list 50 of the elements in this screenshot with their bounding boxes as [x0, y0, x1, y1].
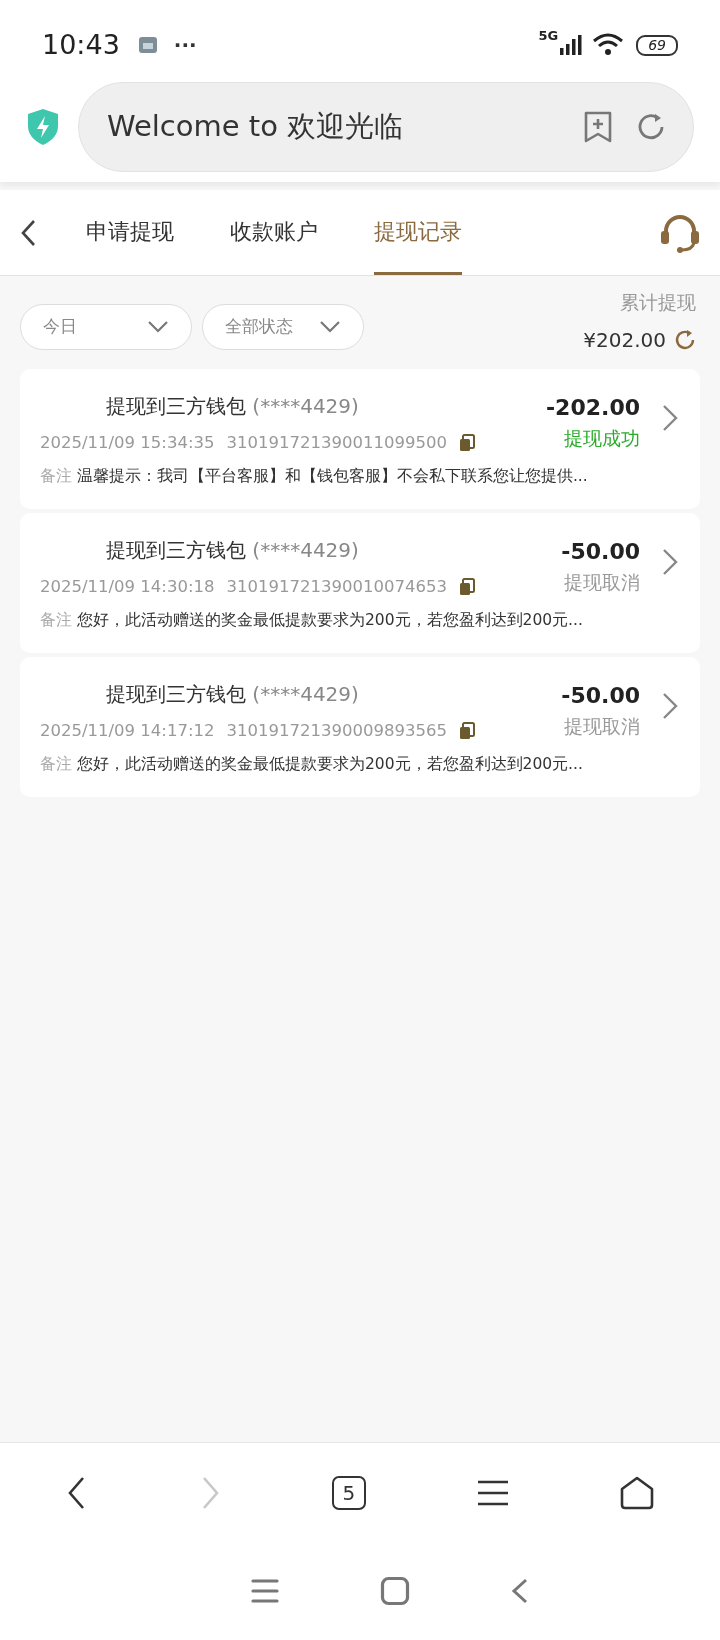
record-time: 2025/11/09 14:17:12	[40, 719, 215, 742]
record-time: 2025/11/09 15:34:35	[40, 431, 215, 454]
tab[interactable]: 收款账户	[230, 190, 318, 275]
total-amount: ¥202.00	[583, 326, 666, 354]
page-title: Welcome to 欢迎光临	[107, 108, 405, 146]
tab[interactable]: 提现记录	[374, 190, 462, 275]
copy-icon[interactable]	[458, 433, 475, 452]
record-time: 2025/11/09 14:30:18	[40, 575, 215, 598]
record-amount: -50.00	[561, 681, 640, 710]
record-title: 提现到三方钱包 (****4429)	[106, 392, 359, 420]
record-status: 提现成功	[563, 425, 640, 451]
record-amount: -202.00	[545, 393, 640, 422]
total-label: 累计提现	[620, 290, 696, 315]
record-card[interactable]: 提现到三方钱包 (****4429) 2025/11/09 14:30:18 310191721390010074653 备注 您好，此活动赠送的奖金最低提款要求为200元，若您盈利达到200元... -50.00 提现取消	[20, 512, 700, 653]
tabs-count-button[interactable]: 5	[332, 1475, 366, 1510]
filter-dropdown[interactable]: 今日	[20, 304, 192, 350]
home-icon[interactable]	[619, 1474, 656, 1511]
record-title: 提现到三方钱包 (****4429)	[106, 536, 359, 564]
tab[interactable]: 申请提现	[86, 190, 174, 275]
wifi-icon	[592, 33, 625, 57]
record-status: 提现取消	[563, 569, 640, 595]
battery-level: 69	[636, 34, 678, 56]
order-number: 310191721390011099500	[226, 431, 447, 454]
copy-icon[interactable]	[458, 721, 475, 740]
address-bar[interactable]: Welcome to 欢迎光临	[78, 82, 694, 172]
copy-icon[interactable]	[458, 577, 475, 596]
network-type-text: 5G	[538, 27, 559, 45]
chevron-right-icon	[660, 690, 680, 721]
home-button-icon[interactable]	[380, 1576, 410, 1606]
refresh-icon[interactable]	[674, 328, 696, 351]
clock-time: 10:43	[42, 27, 120, 62]
record-card[interactable]: 提现到三方钱包 (****4429) 2025/11/09 15:34:35 310191721390011099500 备注 温馨提示：我司【平台客服】和【钱包客服】不会私下联系您让您提供... -202.00 提现成功	[20, 368, 700, 509]
record-note: 备注 您好，此活动赠送的奖金最低提款要求为200元，若您盈利达到200元...	[40, 610, 584, 632]
filter-dropdown[interactable]: 全部状态	[202, 304, 364, 350]
record-title: 提现到三方钱包 (****4429)	[106, 680, 359, 708]
chevron-down-icon	[319, 320, 341, 334]
chevron-down-icon	[147, 320, 169, 334]
record-amount: -50.00	[561, 537, 640, 566]
record-status: 提现取消	[563, 713, 640, 739]
more-notifications-text: ···	[173, 32, 197, 59]
record-note: 备注 您好，此活动赠送的奖金最低提款要求为200元，若您盈利达到200元...	[40, 754, 584, 776]
chevron-right-icon	[660, 402, 680, 433]
app-notification-icon	[137, 35, 158, 55]
order-number: 310191721390010074653	[226, 575, 447, 598]
record-note: 备注 温馨提示：我司【平台客服】和【钱包客服】不会私下联系您让您提供...	[40, 466, 589, 488]
signal-icon	[558, 34, 583, 56]
chevron-right-icon	[660, 546, 680, 577]
order-number: 310191721390009893565	[226, 719, 447, 742]
add-bookmark-icon[interactable]	[583, 110, 613, 144]
record-card[interactable]: 提现到三方钱包 (****4429) 2025/11/09 14:17:12 310191721390009893565 备注 您好，此活动赠送的奖金最低提款要求为200元，若您盈利达到200元... -50.00 提现取消	[20, 656, 700, 797]
